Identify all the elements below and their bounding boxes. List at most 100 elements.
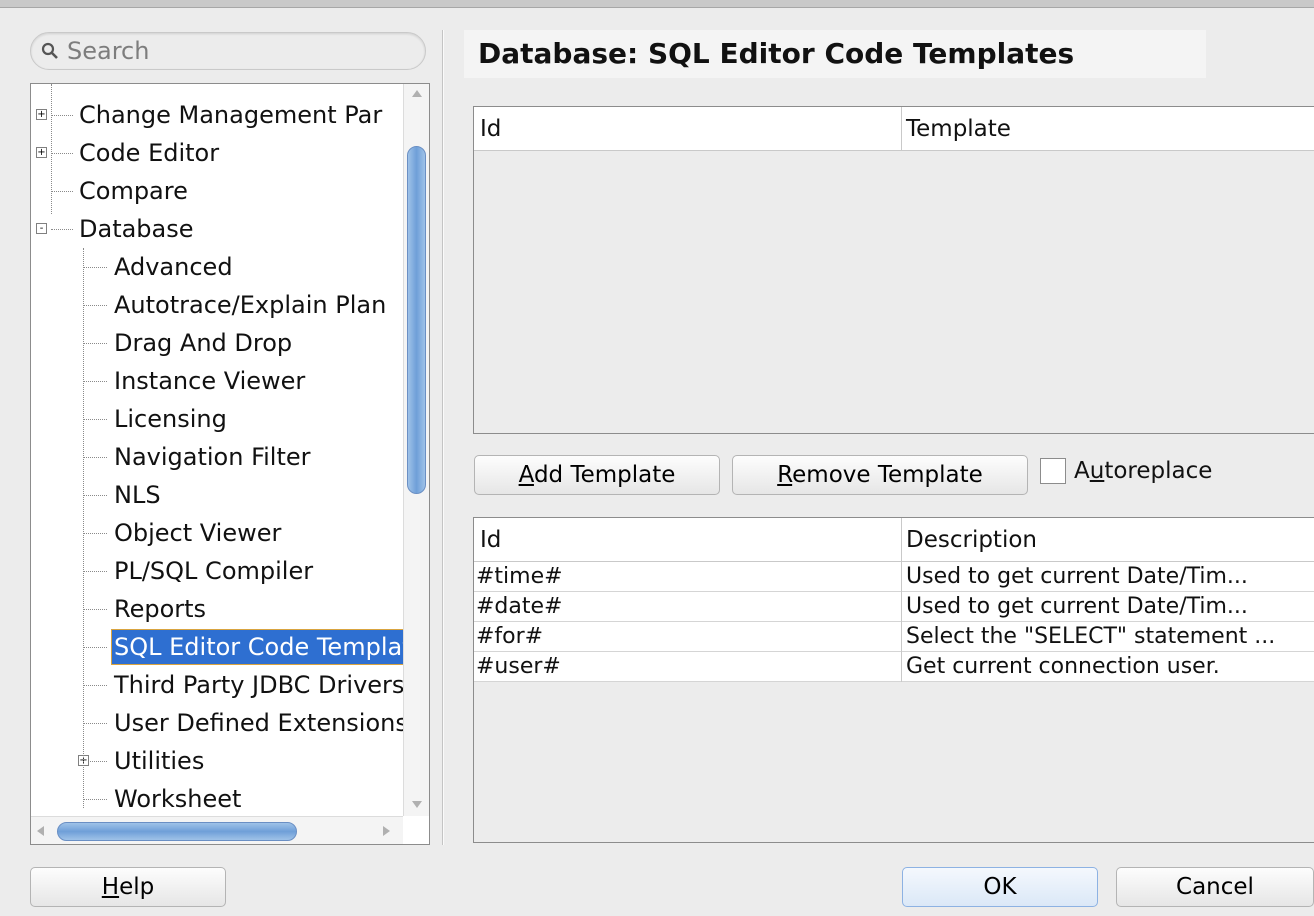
table-row[interactable]: #date# Used to get current Date/Tim... xyxy=(474,592,1314,622)
column-separator[interactable] xyxy=(901,107,902,151)
tree-guide-line xyxy=(83,419,107,420)
autoreplace-label-start: A xyxy=(1074,458,1090,484)
tree-guide-line xyxy=(83,267,107,268)
search-icon xyxy=(41,42,58,59)
templates-table[interactable]: Id Template xyxy=(473,106,1314,434)
autoreplace-mnemonic: u xyxy=(1089,458,1105,484)
tree-item[interactable]: User Defined Extensions xyxy=(111,704,403,742)
scroll-right-arrow-icon[interactable] xyxy=(383,826,390,836)
tree-item[interactable]: Object Viewer xyxy=(111,514,284,552)
ok-button[interactable]: OK xyxy=(902,867,1098,907)
row-description: Get current connection user. xyxy=(906,654,1220,679)
remove-template-button[interactable]: Remove Template xyxy=(732,455,1028,495)
tree-item-label: Reports xyxy=(114,595,207,623)
tree-item-label: Navigation Filter xyxy=(114,443,311,471)
templates-table-header: Id Template xyxy=(474,107,1314,151)
tree-item[interactable]: Compare xyxy=(76,172,191,210)
expand-icon[interactable]: + xyxy=(36,109,47,120)
column-separator[interactable] xyxy=(901,518,902,562)
tree-guide-line xyxy=(83,343,107,344)
tree-item-label: NLS xyxy=(114,481,161,509)
tree-guide-line xyxy=(51,229,73,230)
table-row[interactable]: #user# Get current connection user. xyxy=(474,652,1314,682)
row-description: Select the "SELECT" statement ... xyxy=(906,624,1276,649)
tree-item-label: PL/SQL Compiler xyxy=(114,557,314,585)
scroll-up-arrow-icon[interactable] xyxy=(412,90,422,97)
row-id: #date# xyxy=(476,594,563,619)
tree-guide-line xyxy=(83,609,107,610)
tree-guide-line xyxy=(83,305,107,306)
tree-item[interactable]: Third Party JDBC Drivers xyxy=(111,666,403,704)
scroll-left-arrow-icon[interactable] xyxy=(37,826,44,836)
preferences-tree[interactable]: + Change Management Par + Code Editor Compar… xyxy=(30,83,430,845)
split-pane-divider[interactable] xyxy=(442,30,444,845)
autoreplace-checkbox[interactable] xyxy=(1040,458,1066,484)
tree-guide-line xyxy=(83,381,107,382)
tree-item[interactable]: PL/SQL Compiler xyxy=(111,552,316,590)
tree-guide-line xyxy=(83,495,107,496)
column-header-description[interactable]: Description xyxy=(906,518,1037,562)
tree-item[interactable]: Code Editor xyxy=(76,134,222,172)
collapse-icon[interactable]: - xyxy=(36,223,47,234)
tree-item[interactable]: Reports xyxy=(111,590,209,628)
tree-item-label: Advanced xyxy=(114,253,233,281)
tree-item[interactable]: Autotrace/Explain Plan xyxy=(111,286,389,324)
tree-item[interactable]: Drag And Drop xyxy=(111,324,295,362)
tree-guide-line xyxy=(83,723,107,724)
cancel-button[interactable]: Cancel xyxy=(1116,867,1314,907)
tree-viewport: + Change Management Par + Code Editor Compar… xyxy=(31,84,403,816)
column-header-id[interactable]: Id xyxy=(480,518,501,562)
horizontal-scroll-thumb[interactable] xyxy=(57,822,297,841)
column-header-template[interactable]: Template xyxy=(906,107,1011,151)
tree-guide-line xyxy=(83,571,107,572)
remove-template-label: emove Template xyxy=(792,462,983,488)
add-template-label: dd Template xyxy=(533,462,676,488)
tree-item-label: Object Viewer xyxy=(114,519,282,547)
tree-item[interactable]: Navigation Filter xyxy=(111,438,314,476)
tree-guide-line xyxy=(51,115,73,116)
tree-item-label: Utilities xyxy=(114,747,205,775)
help-button[interactable]: Help xyxy=(30,867,226,907)
column-separator xyxy=(901,592,902,622)
tree-item-label: Code Editor xyxy=(79,139,220,167)
tree-guide-line xyxy=(83,457,107,458)
add-template-button[interactable]: Add Template xyxy=(474,455,720,495)
tree-item[interactable]: Database xyxy=(76,210,197,248)
tree-guide-line xyxy=(83,685,107,686)
tree-item[interactable]: Instance Viewer xyxy=(111,362,308,400)
tree-item-label: Third Party JDBC Drivers xyxy=(114,671,403,699)
tree-guide-line xyxy=(83,647,107,648)
tree-item-label: Autotrace/Explain Plan xyxy=(114,291,387,319)
tree-item[interactable]: SQL Editor Code Templates xyxy=(111,628,403,666)
tree-item[interactable]: Advanced xyxy=(111,248,236,286)
autoreplace-label[interactable]: Autoreplace xyxy=(1074,456,1212,486)
scroll-down-arrow-icon[interactable] xyxy=(412,801,422,808)
tree-guide-line xyxy=(51,84,52,214)
tree-guide-line xyxy=(83,248,84,808)
tree-horizontal-scrollbar[interactable] xyxy=(31,816,403,844)
window-top-border xyxy=(0,0,1314,8)
variables-table[interactable]: Id Description #time# Used to get current… xyxy=(473,517,1314,843)
expand-icon[interactable]: + xyxy=(36,147,47,158)
search-field[interactable]: Search xyxy=(30,32,426,70)
column-header-id[interactable]: Id xyxy=(480,107,501,151)
row-id: #for# xyxy=(476,624,544,649)
table-row[interactable]: #time# Used to get current Date/Tim... xyxy=(474,562,1314,592)
column-separator xyxy=(901,562,902,592)
variables-table-header: Id Description xyxy=(474,518,1314,562)
help-label: elp xyxy=(119,874,155,900)
column-separator xyxy=(901,622,902,652)
variables-table-body: #time# Used to get current Date/Tim... #da… xyxy=(474,562,1314,682)
tree-item-label: User Defined Extensions xyxy=(114,709,403,737)
tree-item[interactable]: Licensing xyxy=(111,400,230,438)
table-row[interactable]: #for# Select the "SELECT" statement ... xyxy=(474,622,1314,652)
search-placeholder: Search xyxy=(67,37,150,65)
vertical-scroll-thumb[interactable] xyxy=(407,146,426,494)
tree-item-label: Licensing xyxy=(114,405,227,433)
tree-item[interactable]: NLS xyxy=(111,476,164,514)
tree-item[interactable]: Utilities xyxy=(111,742,207,780)
tree-item[interactable]: Worksheet xyxy=(111,780,244,816)
tree-vertical-scrollbar[interactable] xyxy=(403,84,429,816)
tree-item[interactable]: Change Management Par xyxy=(76,96,385,134)
row-id: #user# xyxy=(476,654,561,679)
